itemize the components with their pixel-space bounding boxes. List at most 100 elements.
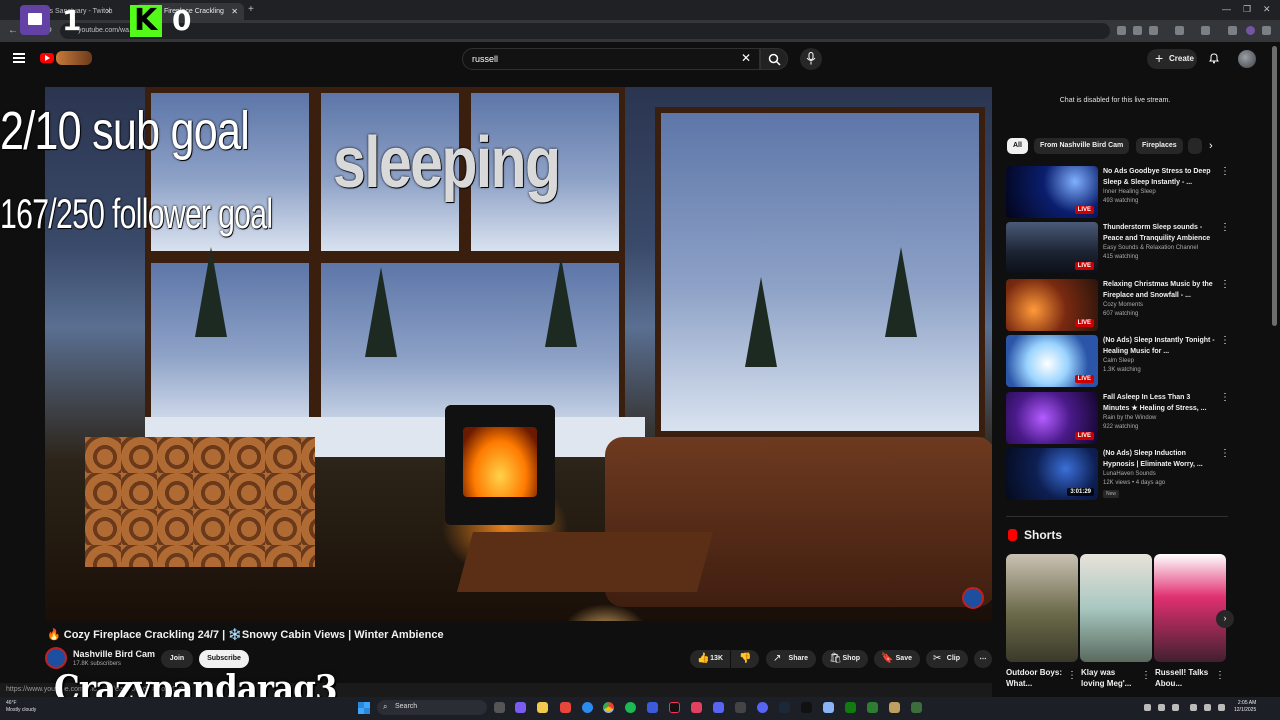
chip-all[interactable]: All <box>1007 138 1028 154</box>
copilot-icon[interactable] <box>515 702 526 713</box>
recommendation-title[interactable]: Fall Asleep In Less Than 3 Minutes ★ Hea… <box>1103 392 1215 414</box>
discord-icon[interactable] <box>757 702 768 713</box>
page-scrollbar[interactable] <box>1272 46 1277 326</box>
subscribe-button[interactable]: Subscribe <box>199 650 249 668</box>
file-explorer-icon[interactable] <box>537 702 548 713</box>
dislike-button[interactable]: 👎 <box>731 650 759 668</box>
maximize-icon[interactable]: ❐ <box>1243 4 1251 15</box>
recommendation-channel[interactable]: Rain by the Window <box>1103 415 1156 421</box>
browser-menu-icon[interactable] <box>1262 26 1271 35</box>
recommendation-title[interactable]: (No Ads) Sleep Instantly Tonight - Heali… <box>1103 335 1215 357</box>
more-vertical-icon[interactable]: ⋮ <box>1220 392 1230 403</box>
store-icon[interactable] <box>560 702 571 713</box>
short-thumbnail[interactable] <box>1080 554 1152 662</box>
app-icon[interactable] <box>889 702 900 713</box>
url-field[interactable]: youtube.com/wa... FKOC... <box>60 23 1110 39</box>
more-actions-button[interactable]: ⋯ <box>974 650 992 668</box>
minimize-icon[interactable]: — <box>1222 4 1231 14</box>
more-vertical-icon[interactable]: ⋮ <box>1067 670 1077 681</box>
split-view-icon[interactable] <box>1201 26 1210 35</box>
windows-start-icon[interactable] <box>358 702 370 714</box>
youtube-logo-icon[interactable] <box>40 53 54 63</box>
weather-widget[interactable]: 46°F Mostly cloudy <box>6 700 36 714</box>
recommendation-channel[interactable]: Cozy Moments <box>1103 302 1143 308</box>
notifications-bell-icon[interactable] <box>1208 52 1220 64</box>
kick-app-icon[interactable] <box>801 702 812 713</box>
taskbar-search[interactable]: ⌕ Search <box>377 700 487 715</box>
app-icon[interactable] <box>647 702 658 713</box>
app-icon[interactable] <box>911 702 922 713</box>
tray-app-icon[interactable] <box>1172 704 1179 711</box>
app-icon[interactable] <box>713 702 724 713</box>
short-title[interactable]: Outdoor Boys: What... <box>1006 667 1066 689</box>
recommendation-title[interactable]: Thunderstorm Sleep sounds - Peace and Tr… <box>1103 222 1215 244</box>
save-button[interactable]: 🔖 Save <box>874 650 920 668</box>
volume-icon[interactable] <box>1218 704 1225 711</box>
short-title[interactable]: Russell! Talks Abou... <box>1155 667 1215 689</box>
create-button[interactable]: Create <box>1147 49 1197 69</box>
shop-button[interactable]: 🛍 Shop <box>822 650 868 668</box>
recommendation-title[interactable]: (No Ads) Sleep Induction Hypnosis | Elim… <box>1103 448 1215 470</box>
chrome-icon[interactable] <box>603 702 614 713</box>
tray-app-icon[interactable] <box>1158 704 1165 711</box>
extensions-icon[interactable] <box>1175 26 1184 35</box>
system-clock[interactable]: 2:05 AM 12/1/2025 <box>1234 700 1256 714</box>
recommendation-item[interactable]: 3:01:29 (No Ads) Sleep Induction Hypnosi… <box>1006 448 1230 500</box>
app-icon[interactable] <box>823 702 834 713</box>
close-tab-icon[interactable]: ✕ <box>231 7 238 16</box>
video-thumbnail[interactable]: 3:01:29 <box>1006 448 1098 500</box>
short-thumbnail[interactable] <box>1154 554 1226 662</box>
close-window-icon[interactable]: ✕ <box>1263 4 1271 15</box>
spotify-icon[interactable] <box>625 702 636 713</box>
doodle-logo[interactable] <box>56 51 92 65</box>
like-button[interactable]: 👍 13K <box>690 650 730 668</box>
chevron-right-icon[interactable]: › <box>1216 610 1234 628</box>
more-vertical-icon[interactable]: ⋮ <box>1141 670 1151 681</box>
channel-watermark-icon[interactable] <box>962 587 984 609</box>
recommendation-item[interactable]: LIVE Fall Asleep In Less Than 3 Minutes … <box>1006 392 1230 444</box>
recommendation-channel[interactable]: Easy Sounds & Relaxation Channel <box>1103 245 1198 251</box>
downloads-icon[interactable] <box>1228 26 1237 35</box>
recommendation-title[interactable]: Relaxing Christmas Music by the Fireplac… <box>1103 279 1215 301</box>
search-button[interactable] <box>760 48 788 70</box>
video-thumbnail[interactable]: LIVE <box>1006 335 1098 387</box>
tray-chevron-icon[interactable] <box>1144 704 1151 711</box>
task-view-icon[interactable] <box>494 702 505 713</box>
instagram-icon[interactable] <box>691 702 702 713</box>
voice-search-button[interactable] <box>800 48 822 70</box>
steam-icon[interactable] <box>779 702 790 713</box>
app-icon[interactable] <box>867 702 878 713</box>
recommendation-item[interactable]: LIVE (No Ads) Sleep Instantly Tonight - … <box>1006 335 1230 387</box>
edge-icon[interactable] <box>582 702 593 713</box>
account-avatar[interactable] <box>1238 50 1256 68</box>
zoom-icon[interactable] <box>1133 26 1142 35</box>
more-vertical-icon[interactable]: ⋮ <box>1215 670 1225 681</box>
more-vertical-icon[interactable]: ⋮ <box>1220 335 1230 346</box>
recommendation-channel[interactable]: Calm Sleep <box>1103 358 1134 364</box>
new-tab-icon[interactable]: + <box>248 4 254 15</box>
chip-fireplaces[interactable]: Fireplaces <box>1136 138 1183 154</box>
recommendation-title[interactable]: No Ads Goodbye Stress to Deep Sleep & Sl… <box>1103 166 1215 188</box>
chevron-right-icon[interactable]: › <box>1209 140 1213 152</box>
recommendation-channel[interactable]: Inner Healing Sleep <box>1103 189 1156 195</box>
share-button[interactable]: ↗ Share <box>766 650 816 668</box>
short-thumbnail[interactable] <box>1006 554 1078 662</box>
recommendation-channel[interactable]: LunaHaven Sounds <box>1103 471 1156 477</box>
search-input[interactable]: russell <box>462 48 760 70</box>
channel-name[interactable]: Nashville Bird Cam <box>73 649 155 659</box>
more-vertical-icon[interactable]: ⋮ <box>1220 222 1230 233</box>
back-icon[interactable]: ← <box>8 25 18 36</box>
tiktok-icon[interactable] <box>669 702 680 713</box>
clip-button[interactable]: ✂ Clip <box>926 650 968 668</box>
xbox-icon[interactable] <box>845 702 856 713</box>
profile-icon[interactable] <box>1246 26 1255 35</box>
video-thumbnail[interactable]: LIVE <box>1006 222 1098 274</box>
video-thumbnail[interactable]: LIVE <box>1006 392 1098 444</box>
join-button[interactable]: Join <box>161 650 193 668</box>
more-vertical-icon[interactable]: ⋮ <box>1220 279 1230 290</box>
bookmark-star-icon[interactable] <box>1149 26 1158 35</box>
close-tab-icon[interactable]: ✕ <box>105 7 112 16</box>
chip-from-channel[interactable]: From Nashville Bird Cam <box>1034 138 1130 154</box>
more-vertical-icon[interactable]: ⋮ <box>1220 448 1230 459</box>
chip-partial[interactable] <box>1188 138 1202 154</box>
